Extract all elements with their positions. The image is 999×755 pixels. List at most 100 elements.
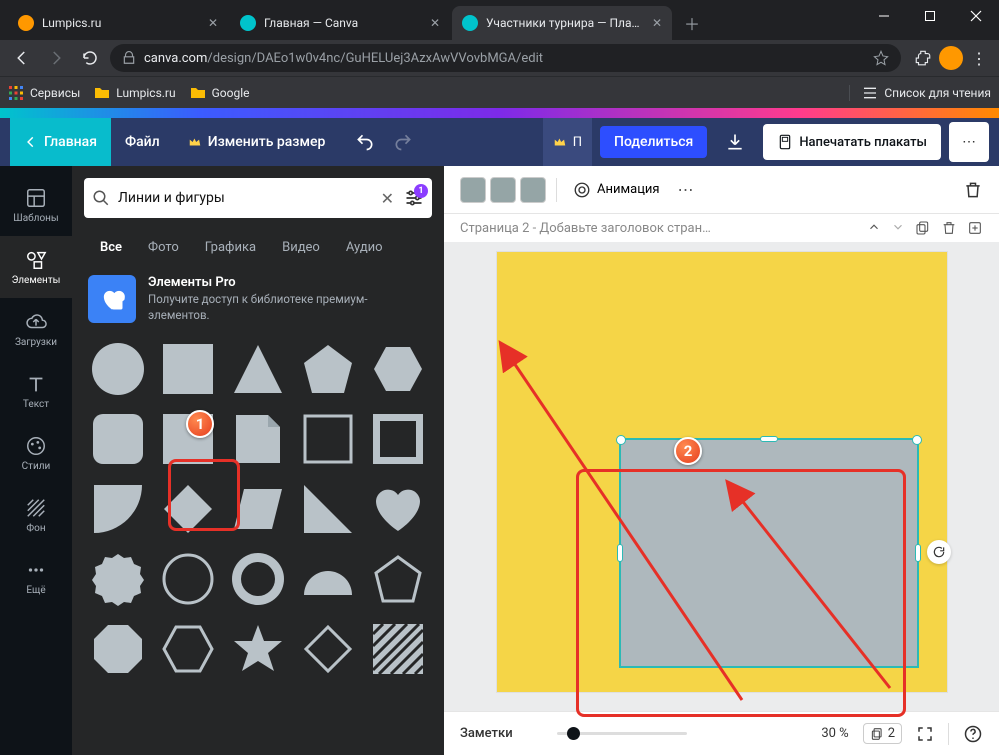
cat-photo[interactable]: Фото	[136, 230, 191, 265]
resize-handle-n[interactable]	[760, 436, 778, 442]
search-box[interactable]: ✕ 1	[84, 178, 432, 218]
cat-audio[interactable]: Аудио	[334, 230, 395, 265]
new-tab-button[interactable]: ＋	[678, 9, 706, 37]
undo-button[interactable]	[347, 124, 383, 160]
rail-styles[interactable]: Стили	[0, 422, 72, 484]
extensions-icon[interactable]	[911, 46, 935, 70]
cat-graphics[interactable]: Графика	[193, 230, 268, 265]
shape-semicircle[interactable]	[298, 549, 358, 609]
rail-templates[interactable]: Шаблоны	[0, 174, 72, 236]
window-close[interactable]	[953, 0, 999, 32]
window-minimize[interactable]	[861, 0, 907, 32]
rotate-handle[interactable]	[927, 540, 951, 564]
zoom-slider[interactable]	[527, 732, 785, 735]
tab-lumpics[interactable]: Lumpics.ru ✕	[8, 6, 228, 40]
shape-pentagon-outline[interactable]	[368, 549, 428, 609]
shape-parallelogram[interactable]	[228, 479, 288, 539]
shape-square-border[interactable]	[368, 409, 428, 469]
nav-forward[interactable]	[42, 44, 70, 72]
cat-video[interactable]: Видео	[270, 230, 332, 265]
canvas-page[interactable]	[497, 252, 947, 692]
page-count[interactable]: 2	[863, 723, 902, 744]
shape-quarter-circle[interactable]	[88, 479, 148, 539]
browser-menu[interactable]: ⋮	[967, 46, 991, 70]
bookmark-lumpics[interactable]: Lumpics.ru	[94, 85, 175, 101]
download-button[interactable]	[715, 122, 755, 162]
tab-close[interactable]: ✕	[430, 16, 440, 30]
shape-rounded-square[interactable]	[88, 409, 148, 469]
file-menu[interactable]: Файл	[111, 118, 174, 166]
help-button[interactable]	[963, 724, 983, 744]
shape-page-fold[interactable]	[228, 409, 288, 469]
resize-handle-ne[interactable]	[912, 435, 922, 445]
filter-button[interactable]: 1	[404, 188, 424, 208]
shape-hexagon-outline[interactable]	[158, 619, 218, 679]
window-maximize[interactable]	[907, 0, 953, 32]
print-button[interactable]: Напечатать плакаты	[763, 124, 941, 160]
fullscreen-button[interactable]	[916, 725, 934, 743]
resize-button[interactable]: Изменить размер	[174, 118, 340, 166]
shape-square[interactable]	[158, 339, 218, 399]
pro-badge[interactable]: П	[543, 118, 592, 166]
shape-hexagon[interactable]	[368, 339, 428, 399]
shape-hatched[interactable]	[368, 619, 428, 679]
notes-button[interactable]: Заметки	[460, 726, 513, 741]
shape-octagon[interactable]	[88, 619, 148, 679]
bookmark-services[interactable]: Сервисы	[8, 85, 80, 101]
clear-icon[interactable]: ✕	[379, 189, 396, 208]
resize-handle-nw[interactable]	[616, 435, 626, 445]
shape-right-triangle[interactable]	[298, 479, 358, 539]
page-duplicate[interactable]	[915, 220, 931, 236]
shape-badge[interactable]	[88, 549, 148, 609]
profile-avatar[interactable]	[939, 46, 963, 70]
star-icon[interactable]	[873, 50, 889, 66]
rail-elements[interactable]: Элементы	[0, 236, 72, 298]
shape-diamond-outline[interactable]	[298, 619, 358, 679]
shape-circle-outline[interactable]	[158, 549, 218, 609]
tab-close[interactable]: ✕	[652, 16, 662, 30]
shape-star[interactable]	[228, 619, 288, 679]
rail-text[interactable]: Текст	[0, 360, 72, 422]
page-down[interactable]	[891, 220, 905, 236]
tab-canva-home[interactable]: Главная — Canva ✕	[230, 6, 450, 40]
page-up[interactable]	[867, 220, 881, 236]
pro-banner[interactable]: Элементы Pro Получите доступ к библиотек…	[88, 275, 428, 323]
search-input[interactable]	[118, 190, 371, 206]
bookmark-google[interactable]: Google	[190, 85, 250, 101]
selected-rectangle[interactable]	[619, 438, 919, 668]
delete-button[interactable]	[963, 180, 983, 200]
tab-canva-design[interactable]: Участники турнира — Плакат ✕	[452, 6, 672, 40]
nav-back[interactable]	[8, 44, 36, 72]
shape-heart[interactable]	[368, 479, 428, 539]
tools-more[interactable]: ⋯	[678, 180, 694, 199]
shape-diamond[interactable]	[158, 479, 218, 539]
shape-pentagon[interactable]	[298, 339, 358, 399]
animation-button[interactable]: Анимация	[573, 181, 660, 199]
tab-close[interactable]: ✕	[208, 16, 218, 30]
redo-button[interactable]	[385, 124, 421, 160]
color-swatch[interactable]	[520, 177, 546, 203]
more-button[interactable]: ⋯	[949, 122, 989, 162]
color-swatch[interactable]	[490, 177, 516, 203]
home-button[interactable]: Главная	[10, 118, 111, 166]
shape-circle[interactable]	[88, 339, 148, 399]
rail-more[interactable]: Ещё	[0, 546, 72, 608]
zoom-percent[interactable]: 30 %	[799, 726, 849, 741]
url-box[interactable]: canva.com/design/DAEo1w0v4nc/GuHELUej3Az…	[110, 44, 901, 72]
resize-handle-e[interactable]	[915, 544, 921, 562]
reading-list[interactable]: Список для чтения	[849, 85, 991, 101]
shape-triangle[interactable]	[228, 339, 288, 399]
page-add[interactable]	[967, 220, 983, 236]
page-title[interactable]: Страница 2 - Добавьте заголовок стран…	[460, 221, 859, 236]
canvas-viewport[interactable]	[444, 242, 999, 711]
resize-handle-w[interactable]	[617, 544, 623, 562]
shape-circle-frame[interactable]	[228, 549, 288, 609]
nav-reload[interactable]	[76, 44, 104, 72]
share-button[interactable]: Поделиться	[600, 126, 707, 158]
shape-square-outline[interactable]	[298, 409, 358, 469]
rail-background[interactable]: Фон	[0, 484, 72, 546]
color-swatch[interactable]	[460, 177, 486, 203]
zoom-thumb[interactable]	[567, 727, 580, 740]
cat-all[interactable]: Все	[88, 230, 134, 265]
page-delete[interactable]	[941, 220, 957, 236]
